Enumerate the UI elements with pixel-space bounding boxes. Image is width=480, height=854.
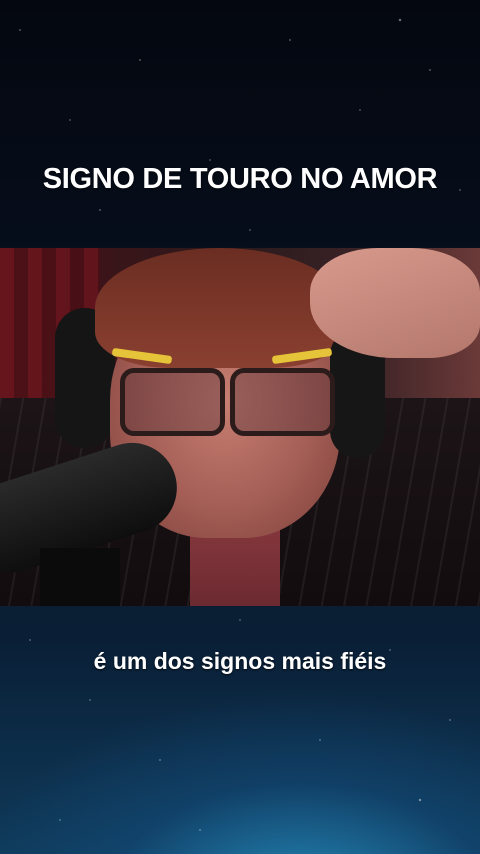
microphone-arm <box>40 548 120 606</box>
glasses-lens-left <box>120 368 225 436</box>
glasses-gold-accent-right <box>271 347 333 365</box>
video-frame: SIGNO DE TOURO NO AMOR é um dos signos m… <box>0 0 480 854</box>
video-caption: é um dos signos mais fiéis <box>93 648 387 674</box>
video-title: SIGNO DE TOURO NO AMOR <box>42 163 438 195</box>
person-hand <box>310 248 480 358</box>
glasses-lens-right <box>230 368 335 436</box>
video-player[interactable] <box>0 248 480 606</box>
glasses-gold-accent-left <box>111 347 173 365</box>
glasses-icon <box>111 347 335 436</box>
